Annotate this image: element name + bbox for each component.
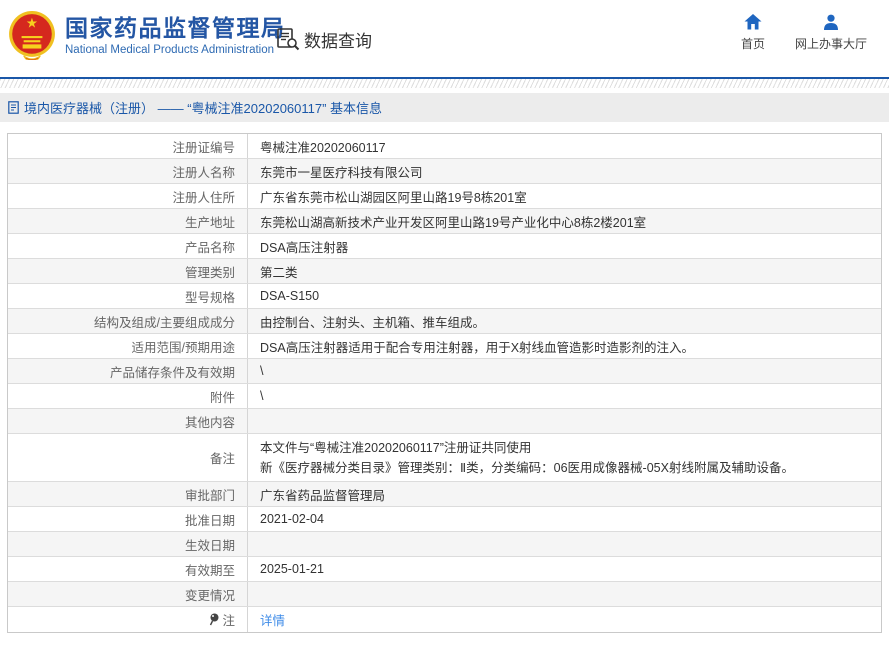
row-label: 注册人住所 <box>8 184 248 208</box>
logo-titles: 国家药品监督管理局 National Medical Products Admi… <box>65 15 286 56</box>
row-label: 有效期至 <box>8 557 248 581</box>
row-label: 注册人名称 <box>8 159 248 183</box>
page-header: ★ 国家药品监督管理局 National Medical Products Ad… <box>0 0 889 77</box>
table-row-remarks: 备注 本文件与“粤械注准20202060117”注册证共同使用 新《医疗器械分类… <box>8 434 881 482</box>
data-query-label: 数据查询 <box>304 27 372 52</box>
registration-info-table: 注册证编号 粤械注准20202060117 注册人名称 东莞市一星医疗科技有限公… <box>7 133 882 633</box>
row-value: 详情 <box>248 607 881 632</box>
header-quick-links: 首页 网上办事大厅 <box>741 14 867 52</box>
row-label: 注册证编号 <box>8 134 248 158</box>
row-label: 产品储存条件及有效期 <box>8 359 248 383</box>
row-label: 审批部门 <box>8 482 248 506</box>
row-label: 结构及组成/主要组成成分 <box>8 309 248 333</box>
pin-icon <box>209 613 219 626</box>
row-value: 广东省东莞市松山湖园区阿里山路19号8栋201室 <box>248 184 881 208</box>
document-icon <box>8 101 19 114</box>
home-icon <box>744 14 762 30</box>
table-row: 型号规格 DSA-S150 <box>8 284 881 309</box>
row-label: 生效日期 <box>8 532 248 556</box>
row-value: 2025-01-21 <box>248 557 881 581</box>
row-label: 生产地址 <box>8 209 248 233</box>
table-row: 管理类别 第二类 <box>8 259 881 284</box>
row-value: \ <box>248 359 881 383</box>
row-label: 备注 <box>8 434 248 481</box>
table-row: 批准日期 2021-02-04 <box>8 507 881 532</box>
table-row: 变更情况 <box>8 582 881 607</box>
breadcrumb: 境内医疗器械（注册） —— “粤械注准20202060117” 基本信息 <box>0 93 889 122</box>
row-value: DSA高压注射器 <box>248 234 881 258</box>
row-value <box>248 409 881 433</box>
row-value: 东莞松山湖高新技术产业开发区阿里山路19号产业化中心8栋2楼201室 <box>248 209 881 233</box>
row-label: 型号规格 <box>8 284 248 308</box>
table-row: 生效日期 <box>8 532 881 557</box>
row-label: 其他内容 <box>8 409 248 433</box>
user-icon <box>823 14 839 30</box>
row-value: 2021-02-04 <box>248 507 881 531</box>
table-row: 结构及组成/主要组成成分 由控制台、注射头、主机箱、推车组成。 <box>8 309 881 334</box>
detail-link[interactable]: 详情 <box>260 610 285 629</box>
table-row: 注册人住所 广东省东莞市松山湖园区阿里山路19号8栋201室 <box>8 184 881 209</box>
row-value: 粤械注准20202060117 <box>248 134 881 158</box>
table-row: 注册人名称 东莞市一星医疗科技有限公司 <box>8 159 881 184</box>
row-value <box>248 582 881 606</box>
svg-text:★: ★ <box>26 16 38 31</box>
data-query-tab[interactable]: 数据查询 <box>277 27 372 52</box>
row-value: \ <box>248 384 881 408</box>
row-value: 东莞市一星医疗科技有限公司 <box>248 159 881 183</box>
logo-link[interactable]: ★ 国家药品监督管理局 National Medical Products Ad… <box>8 10 286 60</box>
table-row-note: 注 详情 <box>8 607 881 632</box>
row-value: 第二类 <box>248 259 881 283</box>
row-label: 注 <box>8 607 248 632</box>
row-value: DSA-S150 <box>248 284 881 308</box>
national-emblem-icon: ★ <box>8 10 56 60</box>
row-label: 适用范围/预期用途 <box>8 334 248 358</box>
breadcrumb-text: 境内医疗器械（注册） —— “粤械注准20202060117” 基本信息 <box>24 98 382 117</box>
table-row: 适用范围/预期用途 DSA高压注射器适用于配合专用注射器，用于X射线血管造影时造… <box>8 334 881 359</box>
home-link-label: 首页 <box>741 35 765 52</box>
table-row: 有效期至 2025-01-21 <box>8 557 881 582</box>
row-value: 由控制台、注射头、主机箱、推车组成。 <box>248 309 881 333</box>
remark-line: 新《医疗器械分类目录》管理类别：Ⅱ类，分类编码：06医用成像器械-05X射线附属… <box>260 458 794 478</box>
row-value: DSA高压注射器适用于配合专用注射器，用于X射线血管造影时造影剂的注入。 <box>248 334 881 358</box>
row-value: 本文件与“粤械注准20202060117”注册证共同使用 新《医疗器械分类目录》… <box>248 434 881 481</box>
note-label: 注 <box>222 610 235 629</box>
table-row: 审批部门 广东省药品监督管理局 <box>8 482 881 507</box>
row-value <box>248 532 881 556</box>
table-row: 附件 \ <box>8 384 881 409</box>
table-row: 生产地址 东莞松山湖高新技术产业开发区阿里山路19号产业化中心8栋2楼201室 <box>8 209 881 234</box>
row-value: 广东省药品监督管理局 <box>248 482 881 506</box>
row-label: 批准日期 <box>8 507 248 531</box>
row-label: 管理类别 <box>8 259 248 283</box>
hatch-band <box>0 79 889 88</box>
row-label: 产品名称 <box>8 234 248 258</box>
table-row: 注册证编号 粤械注准20202060117 <box>8 134 881 159</box>
row-label: 变更情况 <box>8 582 248 606</box>
table-row: 产品名称 DSA高压注射器 <box>8 234 881 259</box>
home-link[interactable]: 首页 <box>741 14 765 52</box>
online-service-hall-label: 网上办事大厅 <box>795 35 867 52</box>
site-subtitle: National Medical Products Administration <box>65 44 286 56</box>
table-row: 产品储存条件及有效期 \ <box>8 359 881 384</box>
document-search-icon <box>277 28 301 51</box>
remark-line: 本文件与“粤械注准20202060117”注册证共同使用 <box>260 438 531 458</box>
table-row: 其他内容 <box>8 409 881 434</box>
row-label: 附件 <box>8 384 248 408</box>
site-title: 国家药品监督管理局 <box>65 15 286 41</box>
online-service-hall-link[interactable]: 网上办事大厅 <box>795 14 867 52</box>
